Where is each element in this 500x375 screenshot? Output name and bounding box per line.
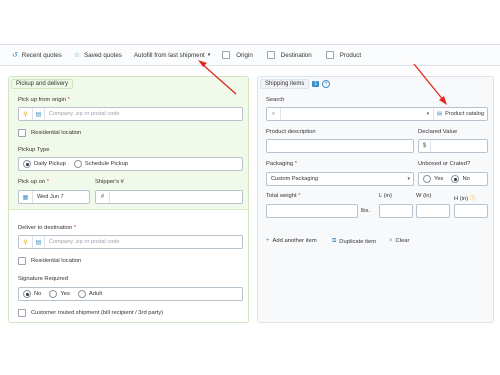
- duplicate-item-button[interactable]: ⧉ Duplicate item: [332, 238, 376, 245]
- uncrated-no-option[interactable]: No: [451, 175, 470, 183]
- autofill-dropdown[interactable]: Autofill from last shipment ▾: [134, 52, 210, 59]
- autofill-product-checkbox[interactable]: Product: [325, 51, 361, 59]
- checkbox-icon[interactable]: [222, 51, 231, 59]
- signature-adult-option[interactable]: Adult: [77, 290, 102, 298]
- height-input[interactable]: [454, 204, 488, 218]
- add-item-icon[interactable]: +: [322, 80, 331, 88]
- add-another-item-button[interactable]: + Add another item: [266, 238, 317, 244]
- product-description-input[interactable]: [266, 139, 414, 153]
- radio-selected-icon[interactable]: [451, 175, 460, 183]
- clear-button[interactable]: × Clear: [389, 238, 409, 244]
- packaging-select[interactable]: Custom Packaging ▾: [266, 172, 414, 186]
- product-search-input[interactable]: ⌕ ▾ ▤ Product catalog: [266, 107, 488, 121]
- pickup-type-label: Pickup Type: [18, 147, 50, 153]
- total-weight-label: Total weight *: [266, 193, 301, 199]
- location-pin-icon: ⚲: [19, 108, 33, 120]
- checkbox-icon[interactable]: [18, 129, 26, 137]
- quote-toolbar: ↺ Recent quotes ☆ Saved quotes Autofill …: [0, 44, 500, 66]
- shipper-ref-input[interactable]: #: [95, 190, 243, 204]
- checkbox-icon[interactable]: [18, 309, 26, 317]
- height-label: H (in) ⓘ: [454, 196, 476, 202]
- close-icon: ×: [389, 238, 393, 244]
- length-input[interactable]: [379, 204, 413, 218]
- address-book-icon[interactable]: ▤: [33, 236, 45, 248]
- chevron-down-icon[interactable]: ▾: [423, 111, 433, 117]
- pickup-on-label: Pick up on *: [18, 179, 49, 185]
- location-pin-icon: ⚲: [19, 236, 33, 248]
- radio-icon[interactable]: [73, 160, 82, 168]
- chevron-down-icon: ▾: [407, 176, 410, 182]
- help-icon[interactable]: ⓘ: [470, 196, 476, 202]
- search-icon: ⌕: [267, 108, 281, 120]
- shipping-items-panel: Shipping items 1 + Search ⌕ ▾ ▤ Product …: [257, 76, 494, 323]
- packaging-label: Packaging *: [266, 161, 297, 167]
- calendar-icon[interactable]: ▦: [19, 191, 33, 203]
- signature-no-option[interactable]: No: [23, 290, 41, 298]
- recent-quotes-button[interactable]: ↺ Recent quotes: [12, 51, 62, 60]
- origin-residential-checkbox[interactable]: Residential location: [18, 129, 81, 137]
- pickup-date-input[interactable]: ▦ Wed Jun 7: [18, 190, 90, 204]
- autofill-destination-checkbox[interactable]: Destination: [266, 51, 312, 59]
- product-catalog-button[interactable]: ▤ Product catalog: [432, 108, 487, 120]
- pickup-type-schedule-option[interactable]: Schedule Pickup: [73, 160, 128, 168]
- weight-unit: lbs.: [361, 208, 371, 214]
- autofill-origin-checkbox[interactable]: Origin: [222, 51, 253, 59]
- radio-selected-icon[interactable]: [23, 160, 31, 168]
- hash-icon: #: [96, 191, 110, 203]
- length-label: L (in): [379, 193, 392, 199]
- width-label: W (in): [416, 193, 432, 199]
- origin-input[interactable]: ⚲ ▤ Company, zip or postal code: [18, 107, 243, 121]
- declared-value-label: Declared Value: [418, 129, 458, 135]
- radio-icon[interactable]: [49, 290, 58, 298]
- destination-residential-checkbox[interactable]: Residential location: [18, 257, 81, 265]
- uncrated-label: Unboxed or Crated?: [418, 161, 471, 167]
- declared-value-input[interactable]: $: [418, 139, 488, 153]
- checkbox-icon[interactable]: [266, 51, 275, 59]
- radio-icon[interactable]: [423, 175, 431, 183]
- uncrated-yes-option[interactable]: Yes: [423, 175, 443, 183]
- address-book-icon[interactable]: ▤: [33, 108, 45, 120]
- pickup-type-radio-group: Daily Pickup Schedule Pickup: [18, 157, 243, 171]
- radio-icon[interactable]: [77, 290, 86, 298]
- destination-input[interactable]: ⚲ ▤ Company, zip or postal code: [18, 235, 243, 249]
- shipping-items-title: Shipping items: [260, 79, 310, 89]
- item-count-badge: 1: [312, 81, 320, 87]
- width-input[interactable]: [416, 204, 450, 218]
- pickup-section-title: Pickup and delivery: [11, 79, 74, 89]
- destination-label: Deliver to destination *: [18, 225, 77, 231]
- radio-selected-icon[interactable]: [23, 290, 31, 298]
- customer-routed-checkbox[interactable]: Customer routed shipment (bill recipient…: [18, 309, 163, 317]
- history-icon: ↺: [12, 52, 18, 59]
- star-icon: ☆: [73, 52, 81, 59]
- description-label: Product description: [266, 129, 316, 135]
- signature-radio-group: No Yes Adult: [18, 287, 243, 301]
- pickup-delivery-panel: Pickup and delivery Pick up from origin …: [8, 76, 249, 323]
- saved-quotes-button[interactable]: ☆ Saved quotes: [73, 51, 122, 60]
- signature-yes-option[interactable]: Yes: [49, 290, 70, 298]
- total-weight-input[interactable]: [266, 204, 358, 218]
- search-label: Search: [266, 97, 285, 103]
- destination-placeholder: Company, zip or postal code: [49, 239, 120, 245]
- checkbox-icon[interactable]: [18, 257, 26, 265]
- pickup-type-daily-option[interactable]: Daily Pickup: [23, 160, 66, 168]
- copy-icon: ⧉: [332, 238, 337, 244]
- dollar-icon: $: [419, 140, 431, 152]
- origin-placeholder: Company, zip or postal code: [49, 111, 120, 117]
- catalog-icon: ▤: [436, 111, 443, 117]
- checkbox-icon[interactable]: [325, 51, 334, 59]
- origin-label: Pick up from origin *: [18, 97, 70, 103]
- signature-label: Signature Required: [18, 276, 68, 282]
- plus-icon: +: [266, 238, 270, 244]
- uncrated-radio-group: Yes No: [418, 172, 488, 186]
- chevron-down-icon: ▾: [207, 52, 211, 58]
- shipping-items-header: Shipping items 1 +: [260, 79, 331, 89]
- shipper-ref-label: Shipper's #: [95, 179, 124, 185]
